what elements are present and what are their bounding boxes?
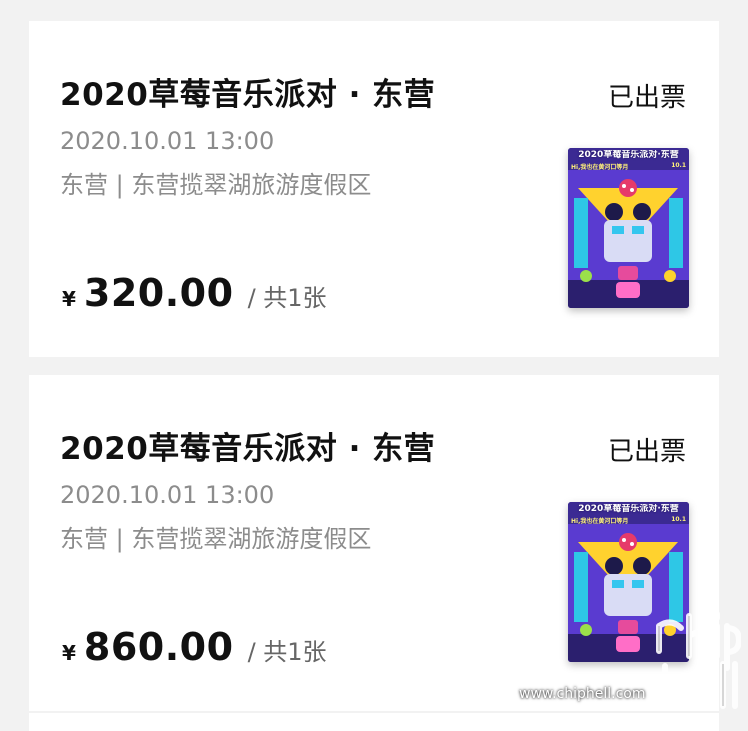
chiphell-logo-watermark — [656, 611, 741, 709]
ticket-quantity: / 共1张 — [247, 284, 327, 312]
event-venue: 东营 | 东营揽翠湖旅游度假区 — [60, 171, 372, 199]
poster-subtitle: Hi,我也在黄河口等月 10.1 — [571, 162, 686, 171]
order-amount: 320.00 — [83, 271, 234, 315]
ticket-quantity: / 共1张 — [247, 638, 327, 666]
event-title: 2020草莓音乐派对 · 东营 — [60, 431, 436, 467]
order-card[interactable]: 2020草莓音乐派对 · 东营 已出票 2020.10.01 13:00 东营 … — [29, 21, 719, 357]
poster-artwork — [568, 148, 689, 308]
poster-title: 2020草莓音乐派对·东营 — [578, 150, 679, 160]
order-list: 2020草莓音乐派对 · 东营 已出票 2020.10.01 13:00 东营 … — [0, 0, 748, 731]
site-watermark: www.chiphell.com — [519, 686, 646, 702]
order-card-partial[interactable] — [29, 713, 719, 731]
ticket-status: 已出票 — [607, 437, 686, 467]
event-title: 2020草莓音乐派对 · 东营 — [60, 77, 436, 113]
poster-subtitle-right: 10.1 — [671, 162, 686, 169]
event-datetime: 2020.10.01 13:00 — [60, 481, 275, 509]
price-row: ¥ 320.00 / 共1张 — [62, 271, 327, 315]
poster-subtitle-left: Hi,我也在黄河口等月 — [571, 518, 629, 525]
ticket-status: 已出票 — [607, 83, 686, 113]
poster-subtitle-left: Hi,我也在黄河口等月 — [571, 164, 629, 171]
event-venue: 东营 | 东营揽翠湖旅游度假区 — [60, 525, 372, 553]
poster-subtitle-right: 10.1 — [671, 516, 686, 523]
poster-title: 2020草莓音乐派对·东营 — [578, 504, 679, 514]
event-datetime: 2020.10.01 13:00 — [60, 127, 275, 155]
event-poster[interactable]: 2020草莓音乐派对·东营 Hi,我也在黄河口等月 10.1 — [568, 148, 689, 308]
poster-subtitle: Hi,我也在黄河口等月 10.1 — [571, 516, 686, 525]
order-amount: 860.00 — [83, 625, 234, 669]
currency-symbol: ¥ — [62, 287, 76, 311]
currency-symbol: ¥ — [62, 641, 76, 665]
price-row: ¥ 860.00 / 共1张 — [62, 625, 327, 669]
order-card[interactable]: 2020草莓音乐派对 · 东营 已出票 2020.10.01 13:00 东营 … — [29, 375, 719, 711]
